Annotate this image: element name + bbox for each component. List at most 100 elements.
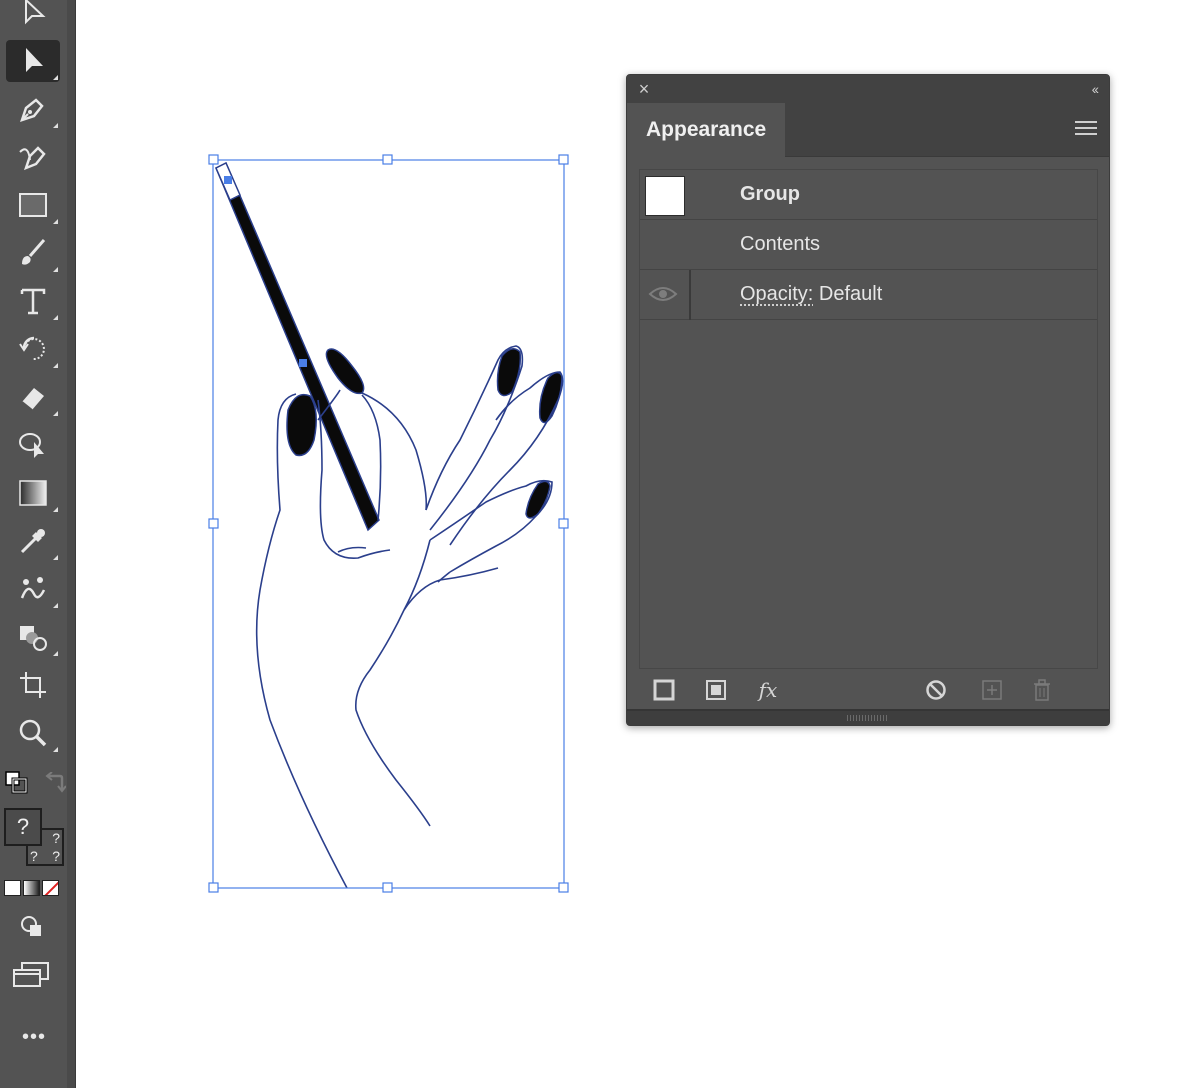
collapse-panel-button[interactable]: ‹‹ — [1092, 81, 1099, 97]
color-mode-button[interactable] — [4, 880, 21, 896]
shapes-icon — [20, 626, 47, 651]
pen-icon — [20, 98, 44, 122]
menu-line — [1075, 133, 1097, 135]
opacity-label: Opacity: Default — [740, 283, 882, 306]
flyout-indicator — [53, 411, 58, 416]
anchor-point[interactable] — [224, 176, 232, 184]
clear-appearance-button[interactable] — [923, 677, 949, 703]
rotate-tool-button[interactable] — [6, 328, 60, 370]
opacity-link[interactable]: Opacity: — [740, 283, 813, 305]
grip-lines — [847, 715, 887, 721]
visibility-eye-icon[interactable] — [648, 284, 678, 304]
paintbrush-tool-button[interactable] — [6, 232, 60, 274]
eyedropper-tool-button[interactable] — [6, 520, 60, 562]
flyout-indicator — [53, 555, 58, 560]
none-slash-icon — [43, 881, 58, 895]
draw-mode-button[interactable] — [18, 912, 46, 940]
direct-selection-tool-button[interactable] — [6, 40, 60, 82]
flyout-indicator — [53, 315, 58, 320]
duplicate-item-button[interactable] — [979, 677, 1005, 703]
anchor-point[interactable] — [299, 359, 307, 367]
add-new-fill-button[interactable] — [703, 677, 729, 703]
panel-resize-grip[interactable] — [627, 709, 1109, 725]
artboard-tool-button[interactable] — [6, 664, 60, 706]
flyout-indicator — [53, 123, 58, 128]
flyout-indicator — [53, 603, 58, 608]
puppet-warp-tool-button[interactable] — [6, 424, 60, 466]
fx-icon: fx — [758, 678, 778, 702]
screen-mode-button[interactable] — [12, 960, 52, 990]
delete-item-button[interactable] — [1029, 677, 1055, 703]
panel-titlebar[interactable]: × ‹‹ — [627, 75, 1109, 103]
blend-icon — [20, 577, 46, 599]
add-effect-button[interactable]: fx — [755, 677, 781, 703]
eyedropper-icon — [20, 529, 45, 554]
selection-tool-button[interactable] — [6, 0, 60, 34]
handle-middle-left[interactable] — [208, 518, 219, 529]
appearance-row-group[interactable]: Group — [640, 170, 1097, 220]
fill-square-icon — [706, 680, 726, 700]
edit-toolbar-button[interactable]: ••• — [14, 1026, 54, 1054]
type-tool-button[interactable] — [6, 280, 60, 322]
handle-bottom-center[interactable] — [382, 882, 393, 893]
opacity-value: Default — [818, 283, 883, 305]
eraser-icon — [21, 388, 44, 411]
draw-normal-icon — [21, 916, 41, 936]
artboard-icon — [20, 672, 46, 698]
fill-swatch[interactable]: ? — [4, 808, 42, 846]
menu-line — [1075, 127, 1097, 129]
pen-tool-button[interactable] — [6, 88, 60, 130]
fill-unknown-marker: ? — [16, 814, 30, 839]
tab-appearance[interactable]: Appearance — [627, 103, 785, 157]
handle-middle-right[interactable] — [558, 518, 569, 529]
toolbar-edge — [67, 0, 75, 1088]
add-new-stroke-button[interactable] — [651, 677, 677, 703]
gradient-tool-button[interactable] — [6, 472, 60, 514]
default-fill-stroke-button[interactable] — [4, 770, 28, 794]
flyout-indicator — [53, 363, 58, 368]
pencil-shape[interactable] — [215, 161, 380, 532]
flyout-indicator — [53, 75, 58, 80]
flyout-indicator — [53, 747, 58, 752]
brush-icon — [22, 239, 46, 265]
fill-stroke-swatches[interactable]: ? ? ? ? — [4, 808, 64, 866]
appearance-row-opacity[interactable]: Opacity: Default — [640, 270, 1097, 320]
panel-tabbar: Appearance — [627, 103, 1109, 157]
handle-top-left[interactable] — [208, 154, 219, 165]
panel-menu-button[interactable] — [1075, 121, 1097, 139]
default-colors-icon — [5, 771, 28, 794]
duplicate-plus-icon — [982, 680, 1002, 700]
trash-icon — [1034, 679, 1050, 701]
stroke-unknown-marker-3: ? — [52, 848, 60, 864]
handle-bottom-right[interactable] — [558, 882, 569, 893]
eraser-tool-button[interactable] — [6, 376, 60, 418]
handle-bottom-left[interactable] — [208, 882, 219, 893]
appearance-list: Group Contents Opacity: Default — [639, 169, 1098, 669]
group-label: Group — [740, 183, 800, 205]
stroke-square-icon — [653, 679, 675, 701]
close-panel-button[interactable]: × — [636, 80, 652, 98]
curvature-tool-button[interactable] — [6, 136, 60, 178]
handle-top-center[interactable] — [382, 154, 393, 165]
blend-tool-button[interactable] — [6, 568, 60, 610]
shape-builder-tool-button[interactable] — [6, 616, 60, 658]
gradient-mode-button[interactable] — [23, 880, 40, 896]
rectangle-tool-button[interactable] — [6, 184, 60, 226]
stroke-unknown-marker-2: ? — [30, 848, 38, 864]
row-divider — [689, 270, 691, 320]
zoom-tool-button[interactable] — [6, 712, 60, 754]
flyout-indicator — [53, 219, 58, 224]
none-mode-button[interactable] — [42, 880, 59, 896]
gradient-icon — [19, 480, 47, 506]
flyout-indicator — [53, 651, 58, 656]
menu-line — [1075, 121, 1097, 123]
swap-fill-stroke-button[interactable] — [44, 771, 67, 794]
clear-circle-slash-icon — [926, 680, 946, 700]
lasso-arrow-icon — [19, 433, 44, 458]
stroke-unknown-marker: ? — [52, 830, 60, 846]
appearance-row-contents[interactable]: Contents — [640, 220, 1097, 270]
curvature-pen-icon — [19, 146, 46, 171]
zoom-icon — [19, 719, 47, 747]
group-thumbnail — [645, 176, 685, 216]
handle-top-right[interactable] — [558, 154, 569, 165]
